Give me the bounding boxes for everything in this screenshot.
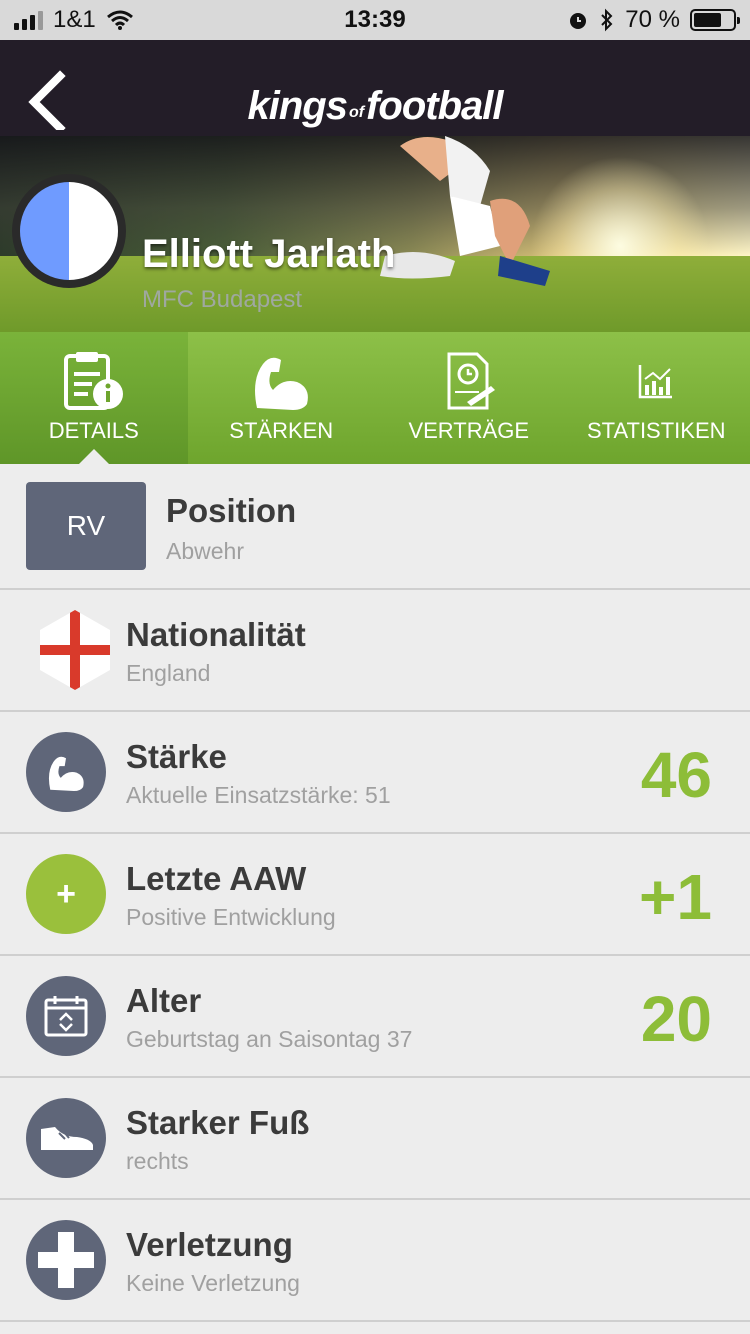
bluetooth-icon bbox=[601, 8, 613, 32]
battery-percent: 70 % bbox=[625, 6, 680, 33]
player-club[interactable]: MFC Budapest bbox=[142, 286, 302, 314]
tab-vertraege[interactable]: VERTRÄGE bbox=[375, 332, 563, 464]
detail-title: Alter bbox=[126, 982, 202, 1019]
battery-icon bbox=[690, 9, 740, 31]
detail-subtitle: Aktuelle Einsatzstärke: 51 bbox=[126, 782, 391, 808]
aaw-value: +1 bbox=[639, 861, 712, 933]
tab-staerken-label: STÄRKEN bbox=[229, 418, 334, 443]
chart-icon bbox=[639, 365, 673, 399]
position-badge: RV bbox=[26, 482, 146, 570]
detail-subtitle: Abwehr bbox=[166, 538, 244, 564]
alarm-icon bbox=[570, 13, 587, 29]
detail-title: Nationalität bbox=[126, 616, 306, 653]
football-boot-icon bbox=[41, 1127, 93, 1150]
age-value: 20 bbox=[640, 983, 712, 1055]
logo-kings: kings bbox=[247, 84, 347, 128]
tab-statistiken[interactable]: STATISTIKEN bbox=[563, 332, 750, 464]
tab-statistiken-label: STATISTIKEN bbox=[586, 418, 726, 443]
detail-row-last-aaw: + Letzte AAW Positive Entwicklung +1 bbox=[0, 834, 750, 956]
biceps-icon bbox=[255, 357, 309, 410]
detail-subtitle: England bbox=[126, 660, 211, 686]
contract-icon bbox=[447, 352, 495, 410]
injury-circle bbox=[26, 1220, 106, 1300]
logo-football: football bbox=[366, 84, 503, 128]
player-hero-banner: Elliott Jarlath MFC Budapest bbox=[0, 136, 750, 332]
calendar-icon bbox=[44, 996, 88, 1037]
tab-vertraege-label: VERTRÄGE bbox=[408, 418, 530, 443]
detail-title: Position bbox=[166, 492, 297, 529]
strength-value: 46 bbox=[640, 739, 712, 811]
detail-subtitle: Positive Entwicklung bbox=[126, 904, 336, 930]
england-flag-icon bbox=[40, 610, 110, 690]
status-right: 70 % bbox=[567, 6, 740, 34]
plus-circle-icon: + bbox=[26, 854, 106, 934]
detail-row-nationality: Nationalität England bbox=[0, 590, 750, 712]
detail-title: Letzte AAW bbox=[126, 860, 307, 897]
player-name: Elliott Jarlath bbox=[142, 232, 396, 276]
player-silhouette bbox=[380, 136, 550, 286]
tab-details-label: DETAILS bbox=[48, 418, 139, 443]
tab-staerken[interactable]: STÄRKEN bbox=[188, 332, 376, 464]
foot-circle bbox=[26, 1098, 106, 1178]
strength-circle bbox=[26, 732, 106, 812]
player-tabs: DETAILS STÄRKEN VERTRÄGE STATISTIKEN bbox=[0, 332, 750, 465]
detail-title: Starker Fuß bbox=[126, 1104, 310, 1141]
detail-subtitle: Keine Verletzung bbox=[126, 1270, 300, 1296]
active-tab-pointer bbox=[78, 449, 110, 465]
details-list: RV Position Abwehr Nationalität England bbox=[0, 464, 750, 1322]
detail-row-strength: Stärke Aktuelle Einsatzstärke: 51 46 bbox=[0, 712, 750, 834]
app-header: kings offootball bbox=[0, 40, 750, 136]
detail-row-age: Alter Geburtstag an Saisontag 37 20 bbox=[0, 956, 750, 1078]
app-logo: kings offootball bbox=[0, 84, 750, 129]
detail-subtitle: rechts bbox=[126, 1148, 189, 1174]
status-bar: 1&1 13:39 70 % bbox=[0, 0, 750, 40]
age-circle bbox=[26, 976, 106, 1056]
detail-row-injury: Verletzung Keine Verletzung bbox=[0, 1200, 750, 1322]
club-logo[interactable] bbox=[12, 174, 126, 288]
biceps-icon bbox=[48, 756, 84, 792]
medical-cross-icon bbox=[38, 1232, 94, 1288]
detail-title: Stärke bbox=[126, 738, 227, 775]
detail-row-strong-foot: Starker Fuß rechts bbox=[0, 1078, 750, 1200]
detail-title: Verletzung bbox=[126, 1226, 293, 1263]
detail-row-position: RV Position Abwehr bbox=[0, 464, 750, 590]
detail-subtitle: Geburtstag an Saisontag 37 bbox=[126, 1026, 413, 1052]
logo-of: of bbox=[348, 104, 365, 121]
clipboard-info-icon bbox=[63, 352, 123, 410]
tab-details[interactable]: DETAILS bbox=[0, 332, 188, 465]
